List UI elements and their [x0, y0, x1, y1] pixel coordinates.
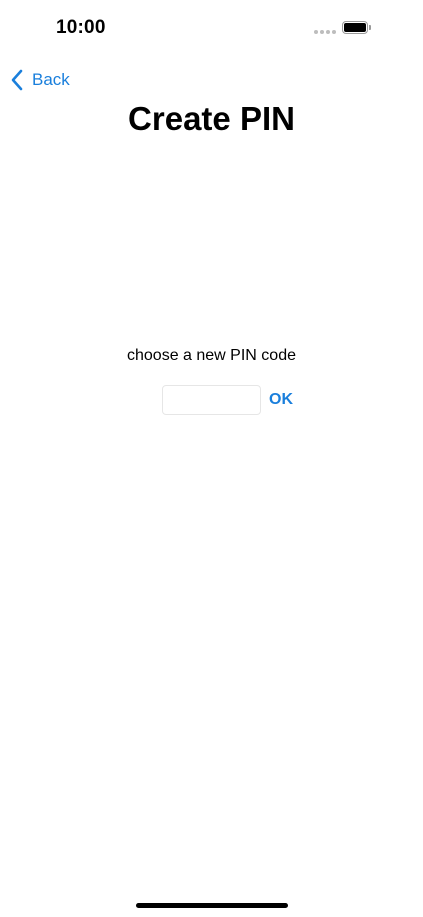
back-label: Back: [32, 70, 70, 89]
pin-input[interactable]: [162, 385, 261, 415]
status-bar: 10:00: [0, 0, 423, 54]
ok-button[interactable]: OK: [269, 391, 293, 409]
battery-tip: [369, 25, 371, 30]
status-time: 10:00: [56, 17, 106, 38]
battery-icon: [342, 21, 368, 34]
pin-prompt-label: choose a new PIN code: [127, 347, 296, 364]
page-title: Create PIN: [128, 100, 295, 137]
back-button[interactable]: Back: [10, 68, 70, 92]
home-indicator: [136, 903, 288, 908]
signal-icon: [314, 30, 336, 34]
chevron-left-icon: [11, 69, 23, 91]
